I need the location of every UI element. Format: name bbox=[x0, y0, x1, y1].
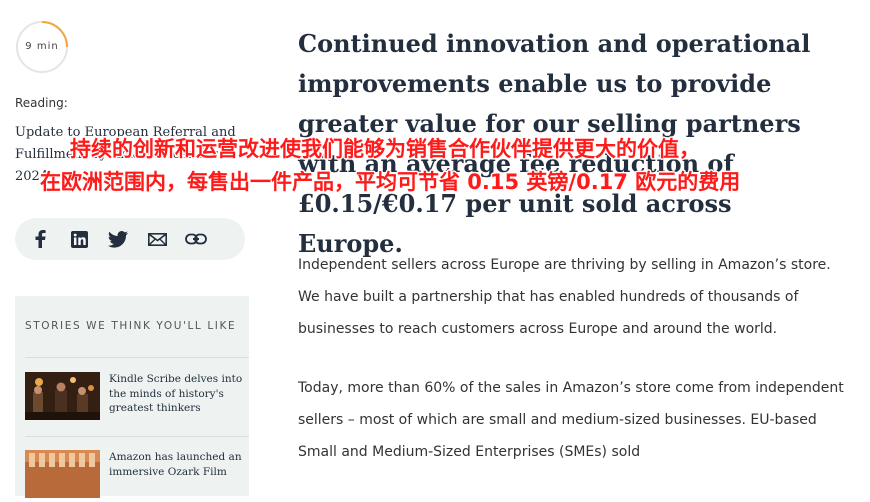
reading-label: Reading: bbox=[15, 96, 68, 110]
related-stories-title: STORIES WE THINK YOU'LL LIKE bbox=[25, 320, 237, 332]
related-story-title[interactable]: Kindle Scribe delves into the minds of h… bbox=[109, 372, 244, 416]
subtitle-overlay-line2: 在欧洲范围内，每售出一件产品，平均可节省 0.15 英镑/0.17 欧元的费用 bbox=[40, 170, 741, 194]
facebook-icon[interactable] bbox=[29, 228, 51, 250]
read-time: 9 min bbox=[25, 41, 59, 52]
divider bbox=[25, 436, 249, 437]
article-paragraph: Independent sellers across Europe are th… bbox=[298, 257, 831, 337]
story-thumbnail bbox=[25, 372, 100, 420]
subtitle-overlay-line1: 持续的创新和运营改进使我们能够为销售合作伙伴提供更大的价值， bbox=[70, 137, 700, 161]
related-story-title[interactable]: Amazon has launched an immersive Ozark F… bbox=[109, 450, 244, 479]
copy-link-icon[interactable] bbox=[185, 228, 207, 250]
related-stories-panel: STORIES WE THINK YOU'LL LIKE Kindle Scri… bbox=[15, 296, 249, 498]
email-icon[interactable] bbox=[146, 228, 168, 250]
linkedin-icon[interactable] bbox=[68, 228, 90, 250]
article-paragraph: Today, more than 60% of the sales in Ama… bbox=[298, 380, 844, 460]
article-sidebar: 9 min Reading: Update to European Referr… bbox=[15, 20, 250, 498]
share-bar bbox=[15, 218, 245, 260]
twitter-icon[interactable] bbox=[107, 228, 129, 250]
story-thumbnail bbox=[25, 450, 100, 498]
related-story-item[interactable]: Amazon has launched an immersive Ozark F… bbox=[25, 450, 249, 502]
related-story-item[interactable]: Kindle Scribe delves into the minds of h… bbox=[25, 372, 249, 424]
reading-progress: 9 min bbox=[15, 20, 69, 74]
divider bbox=[25, 357, 249, 358]
